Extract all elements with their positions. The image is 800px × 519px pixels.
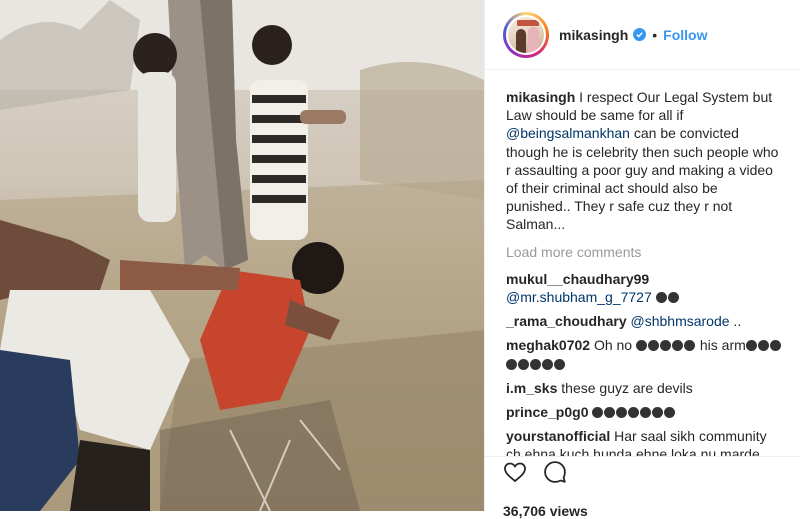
comment-text: Oh no [593,337,633,354]
comment-username[interactable]: mukul__chaudhary99 [506,271,649,287]
comment-username[interactable]: meghak0702 [506,337,590,353]
post-header: mikasingh • Follow [485,0,800,70]
view-count[interactable]: 36,706 views [503,503,800,519]
load-more-comments-button[interactable]: Load more comments [506,243,783,261]
comment-username[interactable]: yourstanofficial [506,428,610,444]
instagram-post: mikasingh • Follow mikasingh I respect O… [0,0,800,519]
follow-button[interactable]: Follow [663,27,707,43]
laughing-emoji-icon [655,289,680,305]
emoji-icon [592,404,676,420]
heart-icon[interactable] [503,460,527,489]
comments-section: mikasingh I respect Our Legal System but… [485,70,800,456]
post-side-panel: mikasingh • Follow mikasingh I respect O… [484,0,800,519]
post-video[interactable] [0,0,484,511]
comment-text: these guyz are devils [561,379,693,396]
avatar-logo [517,19,539,26]
video-frame [0,0,484,511]
action-icons [503,460,800,489]
post-actions: 36,706 views [485,456,800,519]
comment-username[interactable]: prince_p0g0 [506,404,588,420]
verified-badge-icon [633,28,647,41]
avatar[interactable] [503,11,549,58]
caption-mention[interactable]: @beingsalmankhan [506,125,630,141]
comment-text-2: his arm [699,337,746,354]
comment-item: i.m_sks these guyz are devils [506,379,783,397]
caption-text-after: can be convicted though he is celebrity … [506,125,779,233]
laughing-emoji-icon [635,337,696,353]
post-caption: mikasingh I respect Our Legal System but… [506,88,783,234]
caption-username[interactable]: mikasingh [506,89,575,105]
comment-text: .. [729,313,742,330]
avatar-image [506,14,546,55]
header-username[interactable]: mikasingh [559,27,628,43]
comment-item: _rama_choudhary @shbhmsarode .. [506,312,783,330]
comment-item: meghak0702 Oh no his arm [506,336,783,372]
comment-mention[interactable]: @shbhmsarode [631,313,730,329]
comment-mention[interactable]: @mr.shubham_g_7727 [506,289,652,305]
separator-dot: • [652,26,658,43]
comment-username[interactable]: _rama_choudhary [506,313,627,329]
comment-item: mukul__chaudhary99 @mr.shubham_g_7727 [506,270,783,306]
comment-item: yourstanofficial Har saal sikh community… [506,427,783,456]
speech-bubble-icon[interactable] [543,460,567,489]
comment-username[interactable]: i.m_sks [506,380,557,396]
comment-item: prince_p0g0 [506,403,783,421]
